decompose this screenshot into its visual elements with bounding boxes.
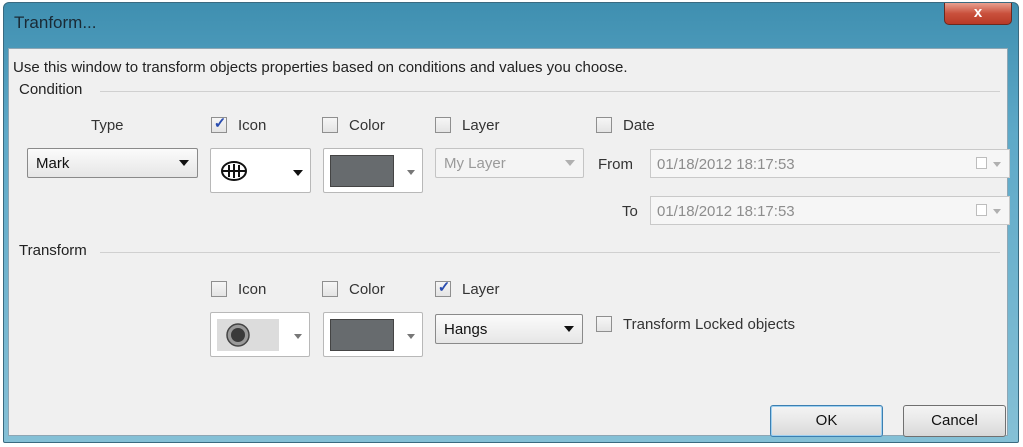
checkmark-icon: ✓ xyxy=(437,279,451,296)
close-button[interactable]: x xyxy=(944,3,1012,25)
transform-layer-label: Layer xyxy=(462,281,500,298)
chevron-down-icon xyxy=(407,334,415,339)
condition-icon-checkbox[interactable]: ✓ xyxy=(211,115,227,133)
condition-group-divider xyxy=(100,91,1000,92)
condition-color-picker[interactable] xyxy=(323,148,423,193)
calendar-icon xyxy=(976,157,987,169)
chevron-down-icon xyxy=(294,334,302,339)
transform-icon-label: Icon xyxy=(238,281,267,298)
to-label: To xyxy=(622,203,638,220)
type-label: Type xyxy=(91,117,124,134)
chevron-down-icon xyxy=(179,160,189,166)
mark-symbol-icon xyxy=(221,161,247,181)
color-swatch xyxy=(330,155,394,187)
checkmark-icon: ✓ xyxy=(213,115,227,132)
title-bar[interactable]: Tranform... x xyxy=(4,3,1018,43)
circle-symbol-icon xyxy=(226,323,250,347)
from-date-value: 01/18/2012 18:17:53 xyxy=(657,156,795,173)
window-title: Tranform... xyxy=(14,13,97,32)
color-swatch xyxy=(330,319,394,351)
condition-icon-label: Icon xyxy=(238,117,267,134)
calendar-icon xyxy=(976,204,987,216)
transform-color-label: Color xyxy=(349,281,385,298)
condition-layer-dropdown[interactable]: My Layer xyxy=(435,148,584,178)
chevron-down-icon xyxy=(993,209,1001,214)
type-dropdown[interactable]: Mark xyxy=(27,148,198,178)
from-date-picker[interactable]: 01/18/2012 18:17:53 xyxy=(650,149,1010,178)
transform-icon-checkbox[interactable] xyxy=(211,281,227,297)
condition-layer-label: Layer xyxy=(462,117,500,134)
condition-group-label: Condition xyxy=(19,81,83,98)
description-text: Use this window to transform objects pro… xyxy=(13,59,628,76)
condition-layer-checkbox[interactable] xyxy=(435,117,451,133)
icon-preview-box xyxy=(217,319,279,351)
condition-color-label: Color xyxy=(349,117,385,134)
to-date-value: 01/18/2012 18:17:53 xyxy=(657,203,795,220)
to-date-picker[interactable]: 01/18/2012 18:17:53 xyxy=(650,196,1010,225)
transform-group-divider xyxy=(100,252,1000,253)
condition-icon-picker[interactable] xyxy=(210,148,311,193)
chevron-down-icon xyxy=(565,160,575,166)
transform-color-checkbox[interactable] xyxy=(322,281,338,297)
transform-locked-checkbox[interactable] xyxy=(596,316,612,332)
chevron-down-icon xyxy=(564,326,574,332)
dialog-client-area xyxy=(8,48,1008,436)
transform-layer-checkbox[interactable]: ✓ xyxy=(435,279,451,297)
type-dropdown-value: Mark xyxy=(36,155,70,172)
chevron-down-icon xyxy=(407,170,415,175)
condition-date-label: Date xyxy=(623,117,655,134)
from-label: From xyxy=(598,156,633,173)
transform-locked-label: Transform Locked objects xyxy=(623,316,796,333)
chevron-down-icon xyxy=(293,170,303,176)
transform-color-picker[interactable] xyxy=(323,312,423,357)
condition-layer-value: My Layer xyxy=(444,155,506,172)
chevron-down-icon xyxy=(993,162,1001,167)
cancel-button[interactable]: Cancel xyxy=(903,405,1006,437)
ok-button[interactable]: OK xyxy=(770,405,883,437)
transform-layer-dropdown[interactable]: Hangs xyxy=(435,314,583,344)
condition-color-checkbox[interactable] xyxy=(322,117,338,133)
condition-date-checkbox[interactable] xyxy=(596,117,612,133)
transform-group-label: Transform xyxy=(19,242,87,259)
transform-icon-picker[interactable] xyxy=(210,312,310,357)
transform-layer-value: Hangs xyxy=(444,321,488,338)
